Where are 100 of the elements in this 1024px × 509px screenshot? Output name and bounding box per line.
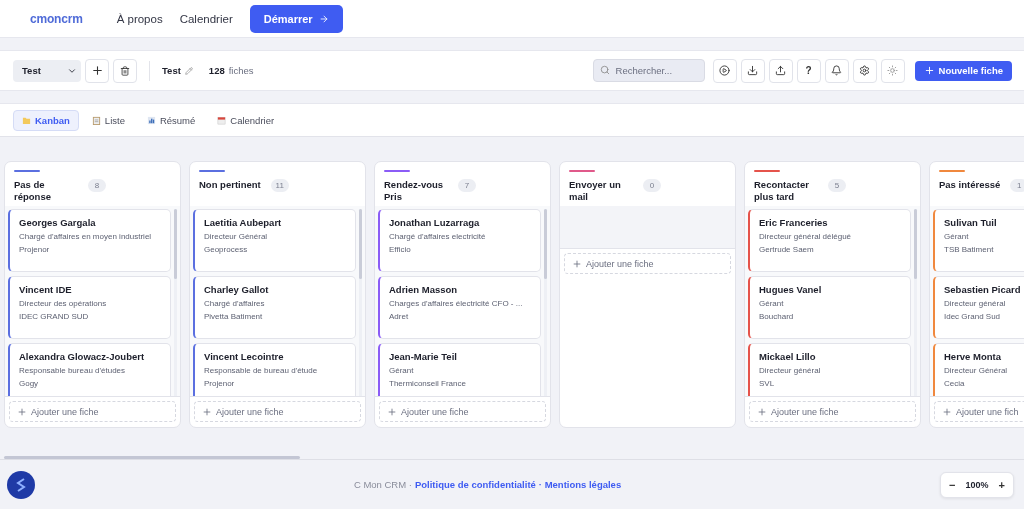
contact-name: Adrien Masson (389, 284, 459, 295)
plus-icon (572, 258, 582, 269)
contact-role: Directeur Général (944, 366, 1009, 375)
upload-button[interactable] (768, 58, 793, 83)
column-count: 7 (458, 179, 476, 192)
contact-company: Bouchard (759, 312, 795, 321)
contact-company: Projenor (204, 379, 236, 388)
horizontal-scrollbar[interactable] (4, 456, 300, 459)
view-tab[interactable]: Résumé (137, 109, 205, 131)
list-select[interactable]: Test (13, 59, 81, 82)
contact-card[interactable]: Alexandra Glowacz-Joubert Responsable bureau d'études Gogy (8, 343, 171, 396)
column-count: 11 (270, 179, 289, 192)
play-button[interactable] (712, 58, 737, 83)
contact-name: Alexandra Glowacz-Joubert (19, 351, 146, 362)
arrow-right-icon (318, 13, 329, 24)
contact-name: Sebastien Picard (944, 284, 1022, 295)
contact-company: Adret (389, 312, 410, 321)
add-card-button[interactable]: Ajouter une fiche (564, 253, 731, 274)
column-count: 8 (88, 179, 106, 192)
new-record-button[interactable]: Nouvelle fiche (914, 60, 1012, 81)
view-tab[interactable]: Calendrier (208, 109, 284, 131)
contact-card[interactable]: Adrien Masson Charges d'affaires électricité CFO - ... Adret (378, 276, 541, 339)
nav-link[interactable]: À propos (116, 12, 163, 25)
zoom-out-button[interactable]: − (949, 478, 956, 491)
list-title: Test (162, 65, 181, 76)
zoom-level: 100% (965, 479, 989, 490)
contact-company: Cecia (944, 379, 966, 388)
add-card-button[interactable]: Ajouter une fiche (9, 401, 176, 422)
contact-name: Herve Monta (944, 351, 1002, 362)
contact-name: Laetitia Aubepart (204, 217, 283, 228)
add-card-button[interactable]: Ajouter une fiche (379, 401, 546, 422)
sun-icon (887, 65, 899, 76)
contact-role: Gérant (389, 366, 415, 375)
folder-icon (22, 115, 31, 125)
column-count: 1 (1010, 179, 1024, 192)
record-count-label: fiches (228, 65, 254, 76)
column-title: Pas intéressé (939, 179, 1001, 191)
contact-company: Idec Grand Sud (944, 312, 1002, 321)
download-button[interactable] (740, 58, 765, 83)
clipboard-icon (91, 115, 101, 125)
column-title: Non pertinent (199, 179, 261, 191)
zoom-in-button[interactable]: + (998, 478, 1005, 491)
contact-card[interactable]: Eric Franceries Directeur général délégué Gertrude Saem (748, 209, 911, 272)
contact-role: Responsable bureau d'études (19, 366, 127, 375)
contact-card[interactable]: Jonathan Luzarraga Chargé d'affaires electricité Efficio (378, 209, 541, 272)
footer-brand: C Mon CRM · (353, 479, 412, 490)
contact-card[interactable]: Sulivan Tuil Gérant TSB Batiment (933, 209, 1024, 272)
contact-name: Vincent Lecointre (204, 351, 285, 362)
contact-role: Chargé d'affaires en moyen industriel (19, 232, 153, 241)
contact-name: Georges Gargala (19, 217, 97, 228)
contact-role: Gérant (944, 232, 970, 241)
app-badge[interactable] (7, 470, 35, 499)
scrollbar[interactable] (914, 209, 917, 396)
contact-card[interactable]: Herve Monta Directeur Général Cecia (933, 343, 1024, 396)
contact-card[interactable]: Vincent IDE Directeur des opérations IDEC GRAND SUD (8, 276, 171, 339)
contact-company: Gertrude Saem (759, 245, 815, 254)
contact-name: Jonathan Luzarraga (389, 217, 481, 228)
contact-role: Charges d'affaires électricité CFO - ... (389, 299, 524, 308)
pencil-icon[interactable] (184, 66, 193, 75)
upload-icon (775, 65, 787, 76)
settings-button[interactable] (852, 58, 877, 83)
contact-card[interactable]: Laetitia Aubepart Directeur Général Geoprocess (193, 209, 356, 272)
contact-company: Thermiconseil France (389, 379, 467, 388)
contact-company: Projenor (19, 245, 51, 254)
contact-name: Charley Gallot (204, 284, 270, 295)
start-button[interactable]: Démarrer (249, 4, 343, 33)
help-button[interactable]: ? (796, 58, 821, 83)
footer-link[interactable]: · Mentions légales (538, 479, 622, 490)
contact-company: Gogy (19, 379, 40, 388)
notifications-button[interactable] (824, 58, 849, 83)
scrollbar[interactable] (544, 209, 547, 396)
view-tab[interactable]: Liste (82, 109, 134, 131)
add-card-button[interactable]: Ajouter une fiche (749, 401, 916, 422)
footer-link[interactable]: Politique de confidentialité (414, 479, 536, 490)
add-card-button[interactable]: Ajouter une fiche (194, 401, 361, 422)
contact-card[interactable]: Mickael Lillo Directeur général SVL (748, 343, 911, 396)
plus-icon (942, 406, 952, 417)
view-tab[interactable]: Kanban (13, 109, 79, 131)
contact-card[interactable]: Charley Gallot Chargé d'affaires Pivetta Batiment (193, 276, 356, 339)
nav-link[interactable]: Calendrier (179, 12, 233, 25)
calendar-icon (217, 115, 227, 125)
add-card-button[interactable]: Ajouter une fich (934, 401, 1024, 422)
contact-name: Hugues Vanel (759, 284, 823, 295)
contact-role: Directeur des opérations (19, 299, 108, 308)
contact-card[interactable]: Georges Gargala Chargé d'affaires en moyen industriel Projenor (8, 209, 171, 272)
contact-card[interactable]: Vincent Lecointre Responsable de bureau d'étude Projenor (193, 343, 356, 396)
add-button[interactable] (85, 58, 109, 83)
scrollbar[interactable] (174, 209, 177, 396)
contact-card[interactable]: Hugues Vanel Gérant Bouchard (748, 276, 911, 339)
contact-name: Mickael Lillo (759, 351, 817, 362)
settings-icon (859, 65, 871, 76)
logo[interactable]: cmoncrm (30, 11, 83, 26)
scrollbar[interactable] (359, 209, 362, 396)
plus-icon (757, 406, 767, 417)
search-field[interactable]: Rechercher... (592, 59, 705, 82)
record-count: 128 (208, 65, 225, 76)
plus-icon (90, 64, 104, 77)
contact-card[interactable]: Jean-Marie Teil Gérant Thermiconseil France (378, 343, 541, 396)
contact-card[interactable]: Sebastien Picard Directeur général Idec Grand Sud (933, 276, 1024, 339)
plus-icon (202, 406, 212, 417)
